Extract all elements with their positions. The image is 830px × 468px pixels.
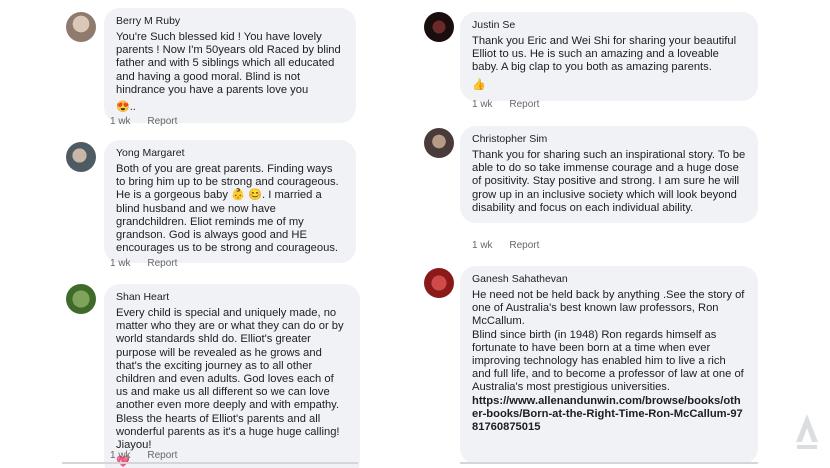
comment-link[interactable]: https://www.allenandunwin.com/browse/boo…: [472, 395, 746, 435]
comment-text: Every child is special and uniquely made…: [116, 307, 347, 452]
comment-bubble: Berry M Ruby You're Such blessed kid ! Y…: [104, 8, 356, 124]
watermark-icon: [796, 414, 818, 449]
comment-time[interactable]: 1 wk: [110, 116, 131, 127]
comment-time[interactable]: 1 wk: [472, 240, 493, 251]
comment-bubble: Christopher Sim Thank you for sharing su…: [460, 126, 758, 224]
avatar[interactable]: [424, 128, 454, 158]
comment-meta: 1 wk Report: [110, 450, 310, 461]
avatar[interactable]: [66, 12, 96, 42]
avatar[interactable]: [66, 142, 96, 172]
report-link[interactable]: Report: [509, 99, 539, 110]
comment-author[interactable]: Yong Margaret: [116, 147, 344, 159]
report-link[interactable]: Report: [147, 258, 177, 269]
avatar[interactable]: [424, 268, 454, 298]
comment-text: He need not be held back by anything .Se…: [472, 289, 745, 394]
comment-author[interactable]: Ganesh Sahathevan: [472, 273, 746, 285]
comment-emoji: 👍: [472, 78, 486, 91]
comment-meta: 1 wk Report: [472, 240, 672, 251]
comment-text: Thank you Eric and Wei Shi for sharing y…: [472, 35, 740, 74]
report-link[interactable]: Report: [147, 116, 177, 127]
comment-bubble: Ganesh Sahathevan He need not be held ba…: [460, 266, 758, 464]
comment-text: Both of you are great parents. Finding w…: [116, 163, 342, 255]
comment-meta: 1 wk Report: [110, 258, 310, 269]
comment-time[interactable]: 1 wk: [110, 450, 131, 461]
comment-bubble: Yong Margaret Both of you are great pare…: [104, 140, 356, 264]
scroll-edge: [62, 462, 358, 464]
comment-bubble: Shan Heart Every child is special and un…: [104, 284, 360, 468]
avatar[interactable]: [424, 12, 454, 42]
comment-author[interactable]: Berry M Ruby: [116, 15, 344, 27]
report-link[interactable]: Report: [147, 450, 177, 461]
comment-time[interactable]: 1 wk: [110, 258, 131, 269]
comment-author[interactable]: Shan Heart: [116, 291, 348, 303]
comment-meta: 1 wk Report: [110, 116, 310, 127]
comment-meta: 1 wk Report: [472, 99, 672, 110]
comment-author[interactable]: Justin Se: [472, 19, 746, 31]
comment-text: Thank you for sharing such an inspiratio…: [472, 149, 749, 214]
avatar[interactable]: [66, 284, 96, 314]
comment-bubble: Justin Se Thank you Eric and Wei Shi for…: [460, 12, 758, 101]
comment-text: You're Such blessed kid ! You have lovel…: [116, 31, 344, 96]
comment-author[interactable]: Christopher Sim: [472, 133, 746, 145]
scroll-edge: [460, 462, 758, 464]
comment-time[interactable]: 1 wk: [472, 99, 493, 110]
comment-emoji: 😍..: [116, 101, 136, 114]
report-link[interactable]: Report: [509, 240, 539, 251]
